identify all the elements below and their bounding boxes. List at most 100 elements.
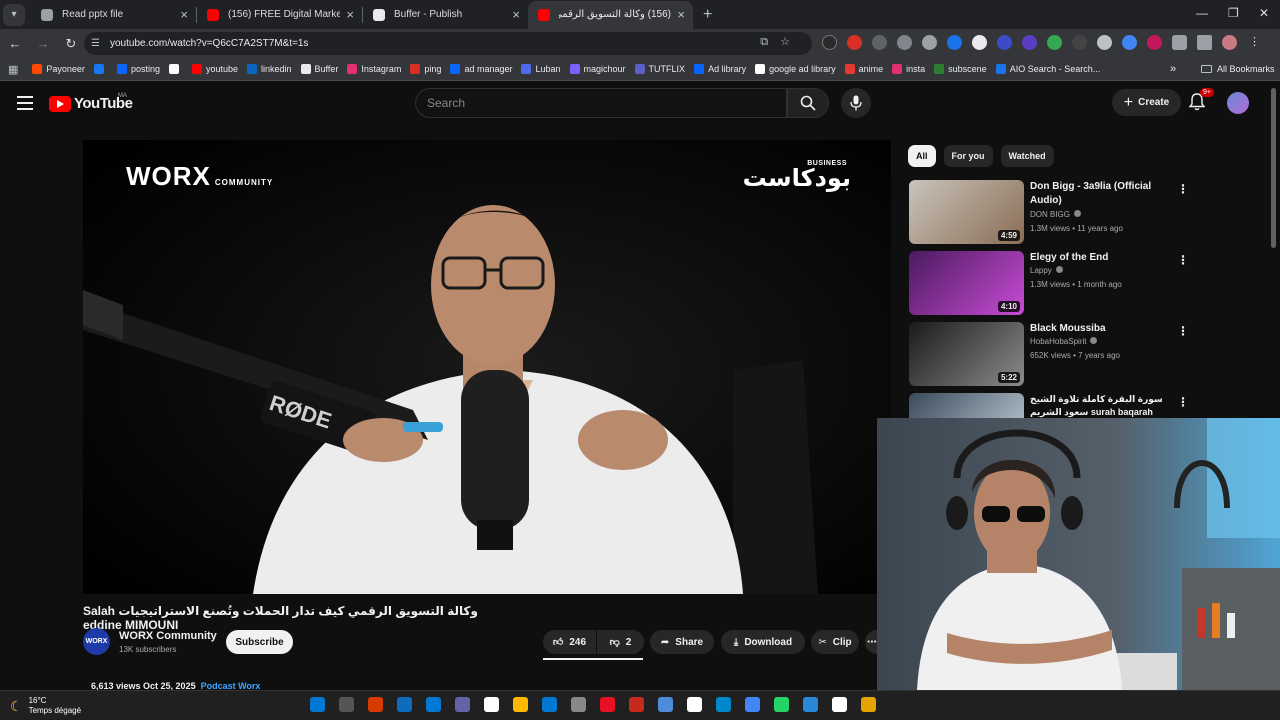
taskbar-app-icon[interactable] — [397, 697, 412, 712]
bookmark-item[interactable]: ad manager — [450, 64, 512, 74]
bookmark-item[interactable]: linkedin — [247, 64, 292, 74]
bookmark-item[interactable]: AIO Search - Search... — [995, 64, 1100, 74]
bookmark-item[interactable]: magichour — [569, 64, 626, 74]
extension-icon[interactable] — [872, 35, 887, 50]
bookmark-item[interactable]: Luban — [521, 64, 561, 74]
recommended-title[interactable]: Don Bigg - 3a9lia (Official Audio) — [1030, 180, 1175, 208]
video-thumbnail[interactable]: 4:59 — [909, 180, 1024, 244]
taskbar-app-icon[interactable] — [455, 697, 470, 712]
forward-icon[interactable]: → — [35, 36, 51, 51]
taskbar-app-icon[interactable] — [687, 697, 702, 712]
bookmark-item[interactable]: posting — [116, 64, 160, 74]
extension-icon[interactable] — [897, 35, 912, 50]
taskbar-app-icon[interactable] — [629, 697, 644, 712]
extension-icon[interactable] — [1172, 35, 1187, 50]
channel-name[interactable]: WORX Community — [119, 630, 217, 642]
recommended-channel[interactable]: DON BIGG — [1030, 210, 1082, 219]
recommended-video[interactable]: 5:22 Black Moussiba HobaHobaSpirit 652K vie… — [909, 322, 1209, 388]
taskbar-app-icon[interactable] — [484, 697, 499, 712]
video-player[interactable]: RØDE WORX COMMUNITY BUSINESS بودكاست — [83, 140, 891, 594]
taskbar-app-icon[interactable] — [658, 697, 673, 712]
downloads-icon[interactable] — [1197, 35, 1212, 50]
channel-avatar[interactable]: WORX — [83, 628, 110, 655]
dislike-button[interactable]: 👎︎ 2 — [597, 630, 644, 654]
bookmark-item[interactable]: Ad library — [694, 64, 746, 74]
taskbar-app-icon[interactable] — [513, 697, 528, 712]
youtube-logo[interactable]: YouTube MA — [49, 93, 133, 112]
extension-icon[interactable] — [1022, 35, 1037, 50]
taskbar-app-icon[interactable] — [310, 697, 325, 712]
bookmark-star-icon[interactable]: ⧉☆ — [760, 35, 802, 49]
download-button[interactable]: ⤓ Download — [721, 630, 805, 654]
more-options-icon[interactable]: ⋮ — [1177, 324, 1189, 338]
taskbar-app-icon[interactable] — [745, 697, 760, 712]
bookmark-item[interactable]: google ad library — [755, 64, 836, 74]
recommended-video[interactable]: 4:59 Don Bigg - 3a9lia (Official Audio) DO… — [909, 180, 1209, 246]
extension-icon[interactable] — [1072, 35, 1087, 50]
voice-search-button[interactable] — [841, 88, 871, 118]
extension-icon[interactable] — [847, 35, 862, 50]
window-close-icon[interactable]: ✕ — [1259, 6, 1269, 20]
bookmark-item[interactable]: subscene — [934, 64, 987, 74]
bookmark-item[interactable]: insta — [892, 64, 925, 74]
back-icon[interactable]: ← — [7, 36, 23, 51]
tab-close-icon[interactable]: × — [346, 8, 354, 21]
extension-icon[interactable] — [972, 35, 987, 50]
address-bar[interactable]: ☰ youtube.com/watch?v=Q6cC7A2ST7M&t=1s ⧉… — [84, 32, 812, 55]
taskbar-app-icon[interactable] — [861, 697, 876, 712]
recommended-channel[interactable]: Lappy — [1030, 266, 1063, 275]
chip-watched[interactable]: Watched — [1000, 145, 1054, 167]
taskbar-app-icon[interactable] — [542, 697, 557, 712]
bookmark-item[interactable]: Payoneer — [32, 64, 85, 74]
subscribe-button[interactable]: Subscribe — [226, 630, 293, 654]
profile-icon[interactable] — [1222, 35, 1237, 50]
taskbar-app-icon[interactable] — [832, 697, 847, 712]
more-options-icon[interactable]: ⋮ — [1177, 395, 1189, 409]
bookmark-item[interactable]: TUTFLIX — [634, 64, 685, 74]
tab-search-button[interactable]: ▾ — [3, 3, 25, 26]
chip-for-you[interactable]: For you — [943, 145, 993, 167]
taskbar-app-icon[interactable] — [716, 697, 731, 712]
create-button[interactable]: + Create — [1112, 89, 1181, 116]
bookmark-item[interactable]: Buffer — [300, 64, 338, 74]
extension-icon[interactable] — [1122, 35, 1137, 50]
bookmark-item[interactable]: ping — [410, 64, 441, 74]
browser-tab-active[interactable]: (156) وكالة التسويق الرقمي × — [528, 0, 693, 29]
browser-tab[interactable]: Read pptx file × — [31, 1, 196, 29]
recommended-title[interactable]: Elegy of the End — [1030, 251, 1175, 265]
search-input[interactable]: Search — [415, 88, 787, 118]
share-button[interactable]: ➦ Share — [650, 630, 714, 654]
tab-close-icon[interactable]: × — [512, 8, 520, 21]
video-thumbnail[interactable]: 5:22 — [909, 322, 1024, 386]
extension-icon[interactable] — [947, 35, 962, 50]
extension-icon[interactable] — [997, 35, 1012, 50]
bookmark-item[interactable] — [168, 64, 183, 74]
bookmark-item[interactable]: anime — [844, 64, 883, 74]
reload-icon[interactable]: ↻ — [63, 36, 79, 52]
more-options-icon[interactable]: ⋮ — [1177, 182, 1189, 196]
taskbar-app-icon[interactable] — [774, 697, 789, 712]
weather-widget[interactable]: ☾ 16°C Temps dégagé — [10, 696, 81, 716]
video-thumbnail[interactable]: 4:10 — [909, 251, 1024, 315]
bookmark-item[interactable]: youtube — [191, 64, 238, 74]
taskbar-app-icon[interactable] — [368, 697, 383, 712]
extension-icon[interactable] — [922, 35, 937, 50]
extension-icon[interactable] — [1147, 35, 1162, 50]
bookmark-item[interactable] — [93, 64, 108, 74]
more-options-icon[interactable]: ⋮ — [1177, 253, 1189, 267]
recommended-channel[interactable]: HobaHobaSpirit — [1030, 337, 1098, 346]
taskbar-app-icon[interactable] — [600, 697, 615, 712]
chip-all[interactable]: All — [908, 145, 936, 167]
account-avatar[interactable] — [1227, 92, 1249, 114]
tab-close-icon[interactable]: × — [180, 8, 188, 21]
minimize-icon[interactable]: — — [1196, 6, 1208, 20]
bookmarks-overflow-icon[interactable]: » — [1170, 63, 1176, 75]
recommended-video[interactable]: 4:10 Elegy of the End Lappy 1.3M views • 1 … — [909, 251, 1209, 317]
chrome-menu-icon[interactable]: ⋮ — [1247, 35, 1262, 50]
like-button[interactable]: 👍︎ 246 — [543, 630, 596, 654]
extension-icon[interactable] — [822, 35, 837, 50]
taskbar-app-icon[interactable] — [571, 697, 586, 712]
menu-icon[interactable] — [17, 96, 33, 114]
taskbar-app-icon[interactable] — [803, 697, 818, 712]
restore-icon[interactable]: ❐ — [1228, 6, 1239, 20]
